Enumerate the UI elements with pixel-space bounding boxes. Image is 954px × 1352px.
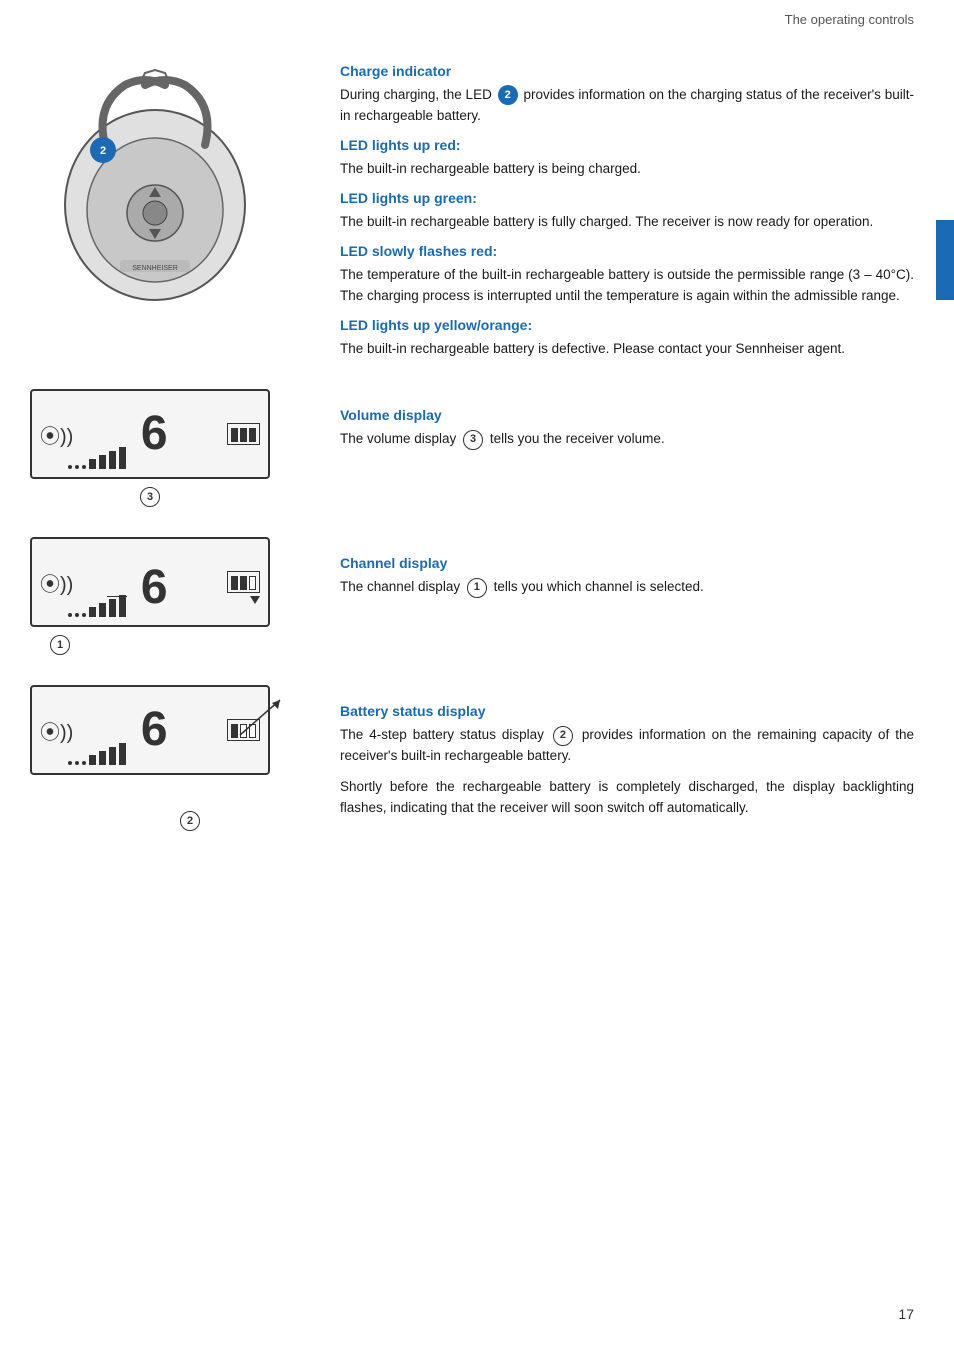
channel-display-text: The channel display 1 tells you which ch…: [340, 577, 914, 598]
led-green-heading: LED lights up green:: [340, 190, 914, 206]
led-yellow-heading: LED lights up yellow/orange:: [340, 317, 914, 333]
signal-icon-volume: ⦿)): [40, 420, 73, 449]
volume-inline-circle: 3: [463, 430, 483, 450]
charge-indicator-heading: Charge indicator: [340, 63, 914, 79]
charge-indicator-section: Charge indicator During charging, the LE…: [320, 45, 914, 369]
section-tab: [936, 220, 954, 300]
battery-status-text1: The 4-step battery status display 2 prov…: [340, 725, 914, 767]
battery-inline-circle: 2: [553, 726, 573, 746]
channel-inline-circle: 1: [467, 578, 487, 598]
led-green-text: The built-in rechargeable battery is ful…: [340, 212, 914, 233]
svg-text:2: 2: [100, 145, 106, 157]
charge-indicator-intro: During charging, the LED 2 provides info…: [340, 85, 914, 127]
led-yellow-text: The built-in rechargeable battery is def…: [340, 339, 914, 360]
led-badge-2: 2: [498, 85, 518, 105]
battery-status-heading: Battery status display: [340, 703, 914, 719]
battery-status-section: Battery status display The 4-step batter…: [320, 685, 914, 831]
headphone-illustration: SENNHEISER 2: [30, 55, 280, 335]
channel-display-heading: Channel display: [340, 555, 914, 571]
channel-device-illustration: ⦿)) 6: [30, 537, 270, 627]
header-title: The operating controls: [785, 12, 914, 27]
headphone-svg: SENNHEISER 2: [45, 65, 265, 325]
headphone-image-area: SENNHEISER 2: [30, 45, 320, 369]
volume-display-heading: Volume display: [340, 407, 914, 423]
led-red-flash-heading: LED slowly flashes red:: [340, 243, 914, 259]
channel-display-device: ⦿)) 6: [30, 537, 320, 655]
volume-device-illustration: ⦿)) 6: [30, 389, 270, 479]
battery-display-device: ⦿)) 6: [30, 685, 320, 831]
channel-display-section: Channel display The channel display 1 te…: [320, 537, 914, 655]
svg-text:SENNHEISER: SENNHEISER: [132, 265, 178, 272]
signal-icon-battery: ⦿)): [40, 716, 73, 745]
page-number: 17: [898, 1306, 914, 1322]
battery-device-illustration: ⦿)) 6: [30, 685, 270, 775]
signal-icon-channel: ⦿)): [40, 568, 73, 597]
volume-display-section: Volume display The volume display 3 tell…: [320, 389, 914, 507]
led-red-heading: LED lights up red:: [340, 137, 914, 153]
volume-display-device: ⦿)) 6: [30, 389, 320, 507]
volume-bar-panel: [227, 423, 260, 445]
led-red-flash-text: The temperature of the built-in recharge…: [340, 265, 914, 307]
volume-display-text: The volume display 3 tells you the recei…: [340, 429, 914, 450]
battery-circle-label: 2: [180, 811, 200, 831]
page-header: The operating controls: [0, 0, 954, 35]
channel-circle-label: 1: [50, 635, 70, 655]
led-red-text: The built-in rechargeable battery is bei…: [340, 159, 914, 180]
battery-status-text2: Shortly before the rechargeable battery …: [340, 777, 914, 819]
battery-arrow: [240, 695, 300, 755]
volume-circle-label: 3: [140, 487, 160, 507]
channel-bar-panel: [227, 571, 260, 593]
